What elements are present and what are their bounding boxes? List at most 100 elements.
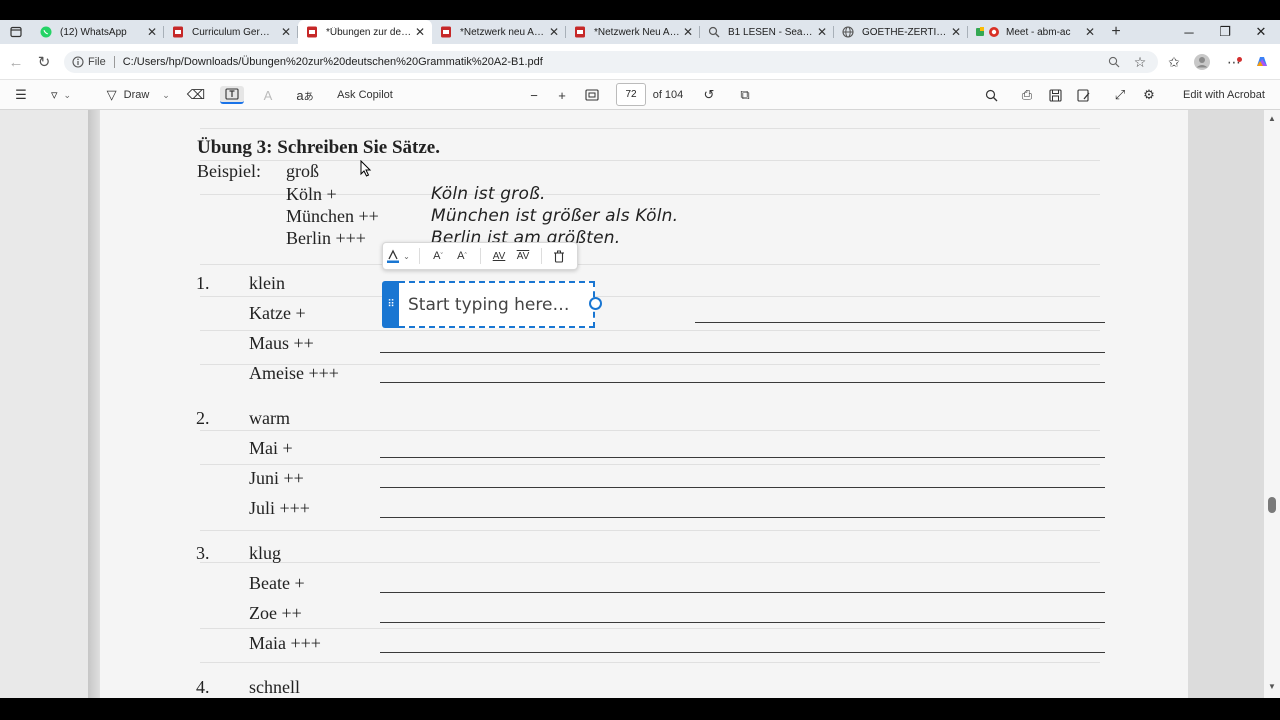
scroll-down-icon[interactable]: ▼ bbox=[1268, 682, 1276, 691]
item-row-prompt: Katze + bbox=[249, 303, 306, 323]
screen-bottom-border bbox=[0, 698, 1280, 720]
read-aloud-icon[interactable]: aあ bbox=[294, 86, 316, 104]
text-annotation-box[interactable]: ⠿ Start typing here… bbox=[382, 281, 602, 328]
increase-font-icon[interactable]: Aˆ bbox=[450, 242, 474, 270]
scroll-thumb[interactable] bbox=[1268, 497, 1276, 513]
tab-b1-lesen[interactable]: B1 LESEN - Search ✕ bbox=[700, 20, 834, 44]
profile-avatar[interactable] bbox=[1192, 52, 1212, 72]
item-number: 1. bbox=[196, 273, 210, 293]
tab-netzwerk-a2[interactable]: *Netzwerk Neu A2 S ✕ bbox=[566, 20, 700, 44]
new-tab-icon[interactable]: + bbox=[1102, 20, 1130, 44]
fit-page-icon[interactable] bbox=[583, 86, 601, 104]
tab-uebungen[interactable]: *Übungen zur deutsc ✕ bbox=[298, 20, 432, 44]
favorites-icon[interactable]: ✩ bbox=[1164, 52, 1184, 72]
globe-icon bbox=[842, 26, 854, 38]
scroll-up-icon[interactable]: ▲ bbox=[1268, 114, 1276, 123]
bleed-through-line bbox=[200, 562, 1100, 563]
answer-line[interactable] bbox=[695, 322, 1105, 323]
address-bar: ← ↻ File C:/Users/hp/Downloads/Übungen%2… bbox=[0, 44, 1280, 80]
close-tab-icon[interactable]: ✕ bbox=[948, 25, 964, 39]
search-document-icon[interactable] bbox=[982, 86, 1000, 104]
back-icon[interactable]: ← bbox=[6, 52, 26, 72]
bleed-through-line bbox=[200, 128, 1100, 129]
tab-actions-icon[interactable] bbox=[0, 20, 32, 44]
rotate-icon[interactable]: ↺ bbox=[700, 86, 718, 104]
close-tab-icon[interactable]: ✕ bbox=[814, 25, 830, 39]
item-row-prompt: Zoe ++ bbox=[249, 603, 302, 623]
tab-curriculum[interactable]: Curriculum German ✕ bbox=[164, 20, 298, 44]
expand-icon[interactable]: ⤢ bbox=[1111, 86, 1129, 104]
zoom-out-icon[interactable]: − bbox=[526, 86, 542, 104]
tab-title: Curriculum German bbox=[192, 26, 278, 38]
url-field[interactable]: File C:/Users/hp/Downloads/Übungen%20zur… bbox=[64, 51, 1158, 73]
pdf-viewer[interactable]: Übung 3: Schreiben Sie Sätze. Beispiel: … bbox=[0, 110, 1264, 698]
delete-trash-icon[interactable] bbox=[548, 242, 570, 270]
drag-handle[interactable]: ⠿ bbox=[382, 281, 399, 328]
add-text-icon[interactable] bbox=[220, 86, 244, 104]
text-format-icon[interactable]: A bbox=[258, 86, 278, 104]
tab-title: *Übungen zur deutsc bbox=[326, 26, 412, 38]
example-word: groß bbox=[286, 161, 319, 181]
item-word: klug bbox=[249, 543, 282, 563]
settings-gear-icon[interactable]: ⚙ bbox=[1140, 86, 1158, 104]
tab-netzwerk-a1[interactable]: *Netzwerk neu A1_L ✕ bbox=[432, 20, 566, 44]
line-spacing-increase-icon[interactable]: AV bbox=[511, 242, 535, 270]
close-tab-icon[interactable]: ✕ bbox=[278, 25, 294, 39]
highlight-icon[interactable]: ▿ ⌄ bbox=[46, 86, 76, 104]
close-window-icon[interactable]: ✕ bbox=[1238, 20, 1280, 44]
more-menu-icon[interactable]: ⋯ bbox=[1224, 52, 1244, 72]
tab-title: Meet - abm-ac bbox=[1006, 26, 1071, 38]
screen-top-border bbox=[0, 0, 1280, 20]
answer-line[interactable] bbox=[380, 487, 1105, 488]
edit-with-acrobat-button[interactable]: Edit with Acrobat bbox=[1178, 86, 1270, 104]
close-tab-icon[interactable]: ✕ bbox=[1082, 25, 1098, 39]
resize-handle[interactable] bbox=[589, 297, 602, 310]
answer-line[interactable] bbox=[380, 517, 1105, 518]
pdf-icon bbox=[574, 26, 586, 38]
tab-whatsapp[interactable]: (12) WhatsApp ✕ bbox=[32, 20, 164, 44]
copilot-icon[interactable] bbox=[1252, 52, 1272, 72]
refresh-icon[interactable]: ↻ bbox=[34, 52, 54, 72]
divider bbox=[480, 248, 481, 264]
favorite-star-icon[interactable]: ☆ bbox=[1130, 52, 1150, 72]
answer-line[interactable] bbox=[380, 457, 1105, 458]
exercise-heading: Übung 3: Schreiben Sie Sätze. bbox=[197, 137, 440, 158]
zoom-in-icon[interactable]: + bbox=[554, 86, 570, 104]
bleed-through-line bbox=[200, 430, 1100, 431]
site-info[interactable]: File bbox=[72, 56, 106, 68]
draw-button[interactable]: ▽ Draw bbox=[100, 86, 156, 104]
close-tab-icon[interactable]: ✕ bbox=[412, 25, 428, 39]
decrease-font-icon[interactable]: Aˇ bbox=[426, 242, 450, 270]
contents-list-icon[interactable]: ☰ bbox=[12, 86, 30, 104]
item-number: 2. bbox=[196, 408, 210, 428]
tab-title: *Netzwerk Neu A2 S bbox=[594, 26, 680, 38]
answer-line[interactable] bbox=[380, 592, 1105, 593]
text-annotation-input[interactable]: Start typing here… bbox=[399, 281, 595, 328]
print-icon[interactable]: ⎙ bbox=[1018, 86, 1036, 104]
vertical-scrollbar[interactable]: ▲ ▼ bbox=[1264, 110, 1280, 698]
save-icon[interactable] bbox=[1046, 86, 1064, 104]
tab-meet[interactable]: Meet - abm-ac ✕ bbox=[968, 20, 1102, 44]
answer-line[interactable] bbox=[380, 352, 1105, 353]
tab-strip: (12) WhatsApp ✕ Curriculum German ✕ *Übu… bbox=[0, 20, 1280, 44]
close-tab-icon[interactable]: ✕ bbox=[680, 25, 696, 39]
pdf-page: Übung 3: Schreiben Sie Sätze. Beispiel: … bbox=[100, 110, 1188, 698]
draw-dropdown-icon[interactable]: ⌄ bbox=[160, 86, 172, 104]
eraser-icon[interactable]: ⌫ bbox=[186, 86, 206, 104]
ask-copilot-button[interactable]: Ask Copilot bbox=[334, 86, 396, 104]
text-color-icon[interactable]: ⌄ bbox=[383, 242, 413, 270]
answer-line[interactable] bbox=[380, 382, 1105, 383]
close-tab-icon[interactable]: ✕ bbox=[144, 25, 160, 39]
close-tab-icon[interactable]: ✕ bbox=[546, 25, 562, 39]
page-view-icon[interactable]: ⧉ bbox=[736, 86, 754, 104]
scheme-label: File bbox=[88, 56, 106, 68]
zoom-icon[interactable] bbox=[1104, 52, 1124, 72]
line-spacing-decrease-icon[interactable]: AV bbox=[487, 242, 511, 270]
url-text: C:/Users/hp/Downloads/Übungen%20zur%20de… bbox=[122, 56, 543, 68]
answer-line[interactable] bbox=[380, 622, 1105, 623]
page-number-input[interactable]: 72 bbox=[616, 83, 646, 106]
example-prompt: München ++ bbox=[286, 206, 379, 226]
answer-line[interactable] bbox=[380, 652, 1105, 653]
tab-goethe[interactable]: GOETHE-ZERTIFIKAT ✕ bbox=[834, 20, 968, 44]
save-as-icon[interactable] bbox=[1075, 86, 1093, 104]
